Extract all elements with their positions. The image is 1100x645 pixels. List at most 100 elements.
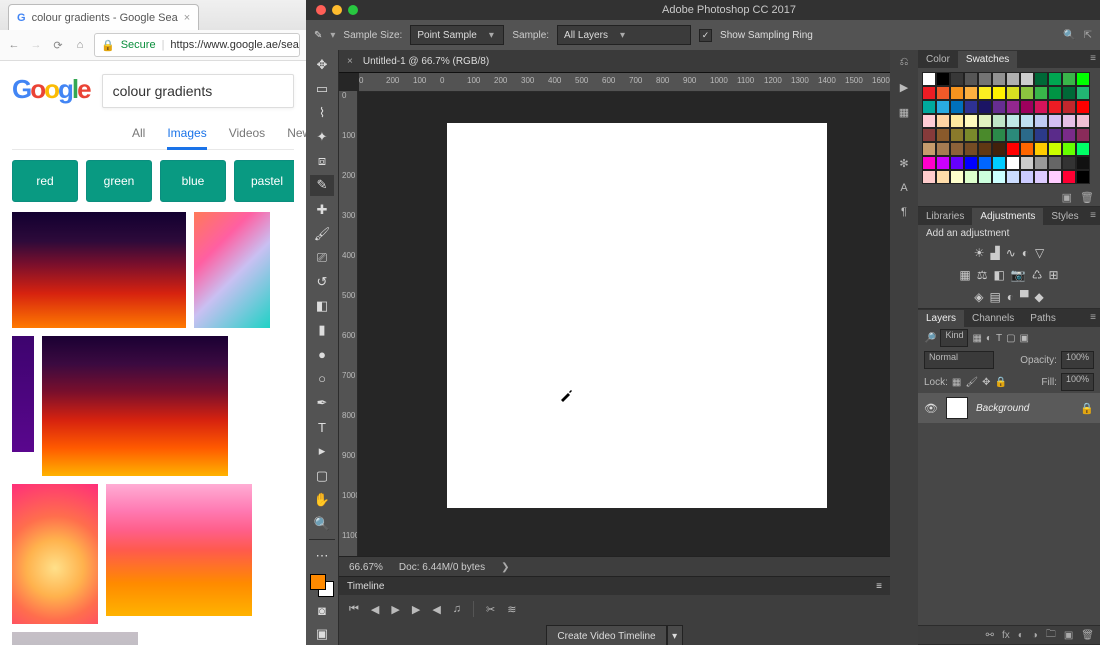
screen-mode-icon[interactable]: ▣ [310,624,334,645]
swatch[interactable] [950,128,964,142]
swatch[interactable] [978,72,992,86]
swatch[interactable] [1076,86,1090,100]
swatch[interactable] [1034,142,1048,156]
quick-mask-icon[interactable]: ◙ [310,600,334,621]
chrome-tab[interactable]: G colour gradients - Google Sea × [8,4,199,30]
swatch[interactable] [1034,128,1048,142]
swatch[interactable] [950,86,964,100]
curves-icon[interactable]: ∿ [1006,246,1016,260]
trash-icon[interactable]: 🗑 [1081,630,1094,641]
reload-icon[interactable]: ⟳ [50,37,66,53]
brushes-panel-icon[interactable]: ✻ [899,157,908,170]
swatch[interactable] [992,72,1006,86]
vibrance-icon[interactable]: ▽ [1035,246,1044,260]
result-thumb[interactable] [194,212,270,328]
swatch[interactable] [1034,100,1048,114]
result-thumb[interactable] [12,632,138,645]
swatch[interactable] [978,142,992,156]
paths-tab[interactable]: Paths [1022,310,1064,327]
swatch[interactable] [936,156,950,170]
swatch[interactable] [1034,86,1048,100]
swatch[interactable] [1048,86,1062,100]
next-frame-icon[interactable]: ▶ [412,603,420,616]
swatch[interactable] [1006,142,1020,156]
close-icon[interactable]: × [184,12,190,24]
properties-panel-icon[interactable]: ▦ [899,106,909,119]
result-thumb[interactable] [12,212,186,328]
swatches-tab[interactable]: Swatches [958,51,1017,68]
swatch[interactable] [1020,142,1034,156]
link-icon[interactable]: ⚯ [986,630,994,641]
filter-smart-icon[interactable]: ▣ [1020,333,1029,344]
panel-menu-icon[interactable]: ≡ [1090,53,1096,64]
fx-icon[interactable]: fx [1002,630,1010,641]
swatch[interactable] [1006,86,1020,100]
swatch[interactable] [1048,114,1062,128]
move-tool-icon[interactable]: ✥ [310,54,334,75]
swatch[interactable] [922,156,936,170]
swatch[interactable] [964,142,978,156]
google-logo[interactable]: Google [12,74,90,105]
swatch[interactable] [1020,156,1034,170]
sample-dropdown[interactable]: All Layers [557,25,691,45]
color-tab[interactable]: Color [918,51,958,68]
swatch[interactable] [992,156,1006,170]
swatch[interactable] [936,72,950,86]
swatch[interactable] [950,170,964,184]
selective-color-icon[interactable]: ◆ [1035,290,1044,304]
goto-last-icon[interactable]: ◀ [432,603,440,616]
group-icon[interactable]: 🗀 [1046,627,1056,644]
swatch[interactable] [964,72,978,86]
address-bar[interactable]: 🔒 Secure | https://www.google.ae/search [94,33,300,57]
mask-icon[interactable]: ◐ [1018,630,1024,641]
swatch[interactable] [964,86,978,100]
stamp-tool-icon[interactable]: ⎚ [310,247,334,268]
panel-menu-icon[interactable]: ≡ [1090,312,1096,323]
swatch[interactable] [922,72,936,86]
threshold-icon[interactable]: ◐ [1007,290,1014,304]
home-icon[interactable]: ⌂ [72,37,88,53]
swatch[interactable] [1062,72,1076,86]
exposure-icon[interactable]: ◐ [1022,246,1029,260]
type-tool-icon[interactable]: T [310,417,334,438]
swatch[interactable] [1062,86,1076,100]
swatch[interactable] [1076,114,1090,128]
swatch[interactable] [936,100,950,114]
swatch[interactable] [992,170,1006,184]
pen-tool-icon[interactable]: ✒ [310,392,334,413]
status-chevron-icon[interactable]: ❯ [501,562,509,573]
tab-videos[interactable]: Videos [229,126,265,150]
swatch[interactable] [1076,170,1090,184]
history-panel-icon[interactable]: ⎌ [900,56,909,69]
swatch[interactable] [936,86,950,100]
swatch[interactable] [1048,170,1062,184]
balance-icon[interactable]: ⚖ [977,268,988,282]
swatch[interactable] [992,100,1006,114]
fg-bg-swatch[interactable] [310,574,334,597]
visibility-icon[interactable]: 👁 [924,402,938,415]
swatch[interactable] [1020,170,1034,184]
swatch[interactable] [1062,156,1076,170]
filter-pixel-icon[interactable]: ▦ [972,333,981,344]
search-icon[interactable]: 🔍 [1063,30,1075,41]
swatch[interactable] [936,142,950,156]
swatch[interactable] [964,128,978,142]
swatch[interactable] [1020,72,1034,86]
swatch[interactable] [1076,100,1090,114]
swatch[interactable] [922,86,936,100]
tab-all[interactable]: All [132,126,145,150]
channels-tab[interactable]: Channels [964,310,1022,327]
swatch[interactable] [922,114,936,128]
edit-toolbar-icon[interactable]: ⋯ [310,545,334,566]
swatch[interactable] [922,170,936,184]
sample-size-dropdown[interactable]: Point Sample [410,25,504,45]
swatch[interactable] [1006,114,1020,128]
swatch[interactable] [1048,128,1062,142]
share-icon[interactable]: ⇱ [1084,30,1092,41]
fill-value[interactable]: 100% [1061,373,1094,391]
create-video-timeline-button[interactable]: Create Video Timeline [546,625,666,645]
swatch[interactable] [1034,156,1048,170]
close-doc-icon[interactable]: × [347,56,353,67]
swatch[interactable] [1062,128,1076,142]
swatch[interactable] [1006,100,1020,114]
